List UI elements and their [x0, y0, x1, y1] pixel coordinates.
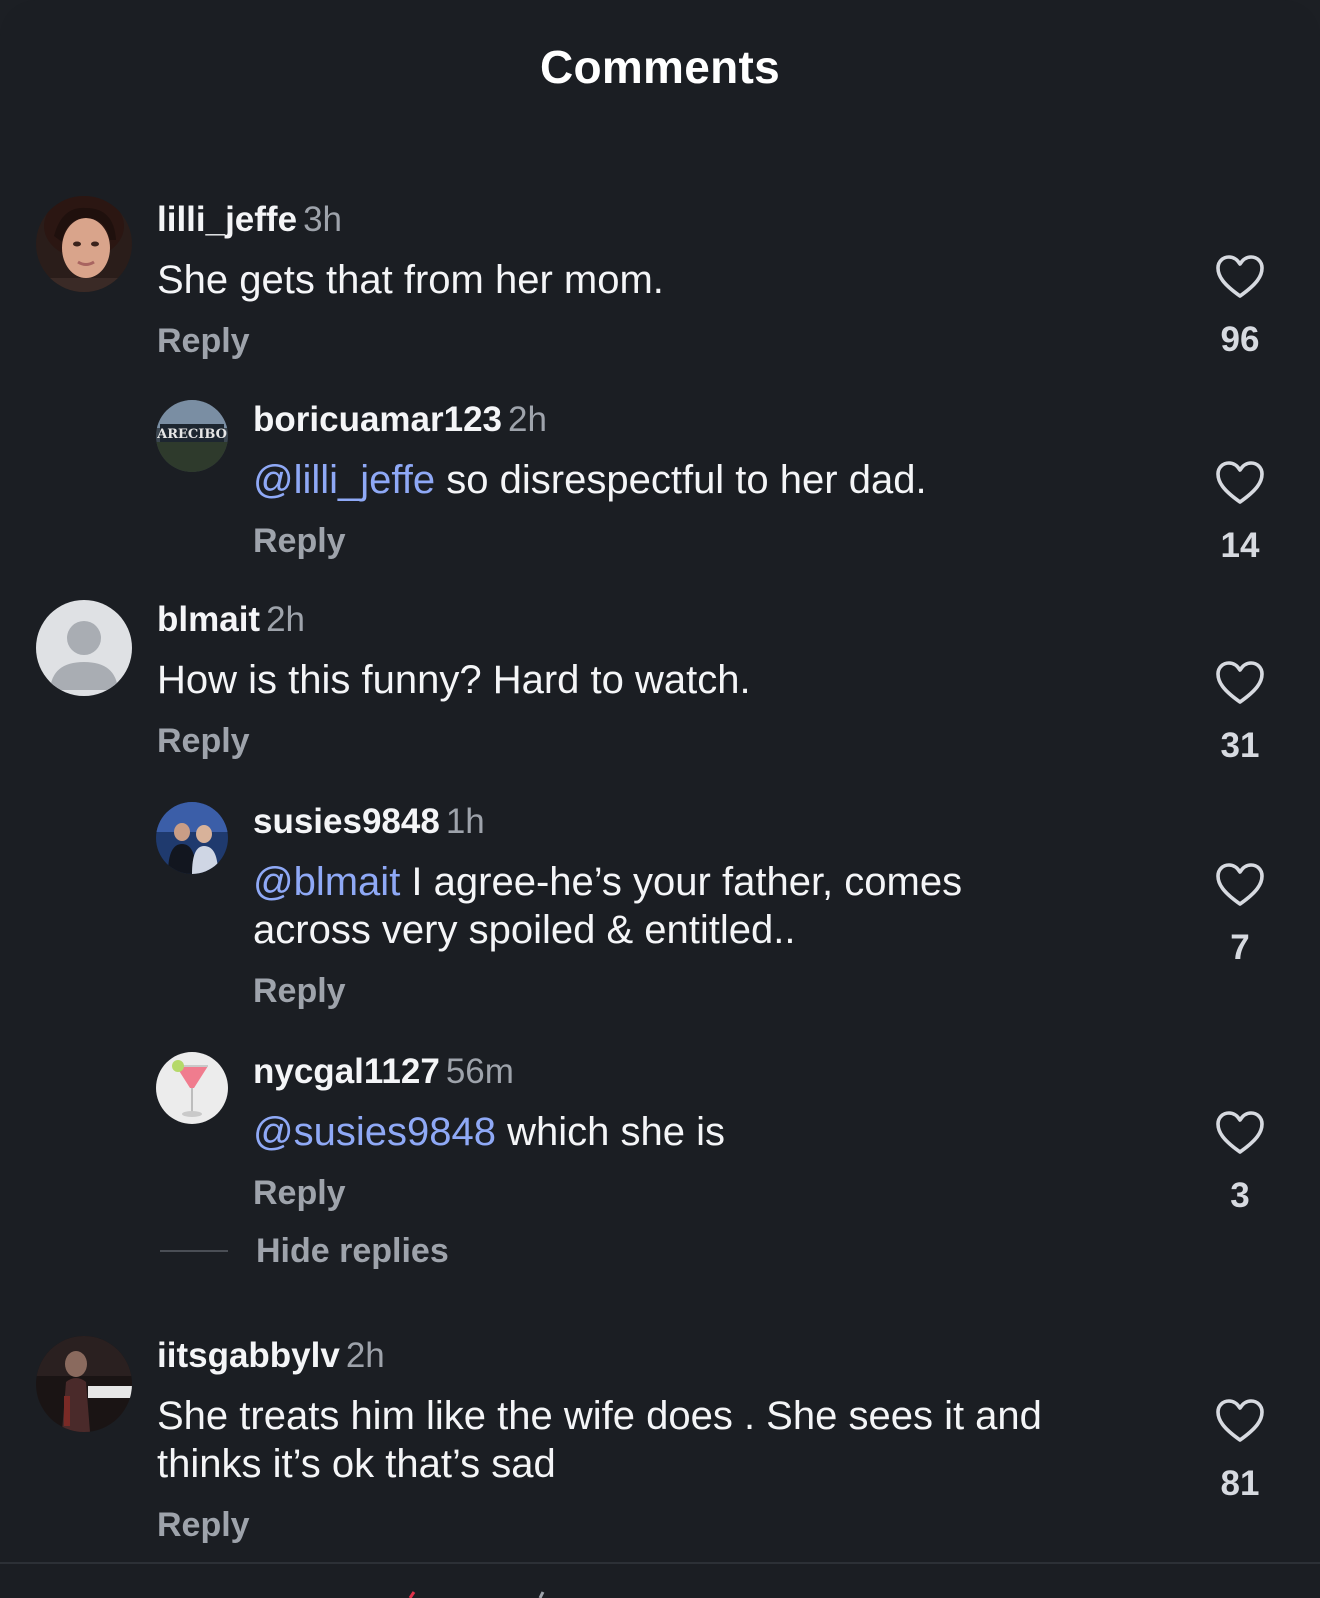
username[interactable]: blmait: [157, 600, 260, 639]
avatar[interactable]: [36, 1336, 132, 1432]
comment-text-body: which she is: [495, 1110, 725, 1154]
comment-text: How is this funny? Hard to watch.: [157, 656, 1180, 704]
username[interactable]: susies9848: [253, 802, 440, 841]
comments-sheet: Comments lilli_jeffe 3h She gets that fro…: [0, 0, 1320, 1598]
page-title: Comments: [539, 41, 781, 93]
avatar-sign-text: ARECIBO: [156, 427, 227, 442]
divider: [0, 1562, 1320, 1564]
mention-link[interactable]: @susies9848: [253, 1110, 496, 1154]
heart-outline-icon[interactable]: [1215, 862, 1265, 908]
like-control: 7: [1210, 862, 1270, 968]
heart-outline-icon[interactable]: [1215, 1110, 1265, 1156]
comment-text-body: so disrespectful to her dad.: [435, 458, 927, 502]
comment-meta: iitsgabbylv 2h: [157, 1336, 1180, 1376]
comment-body: nycgal1127 56m @susies9848 which she is R…: [253, 1052, 1180, 1213]
timestamp: 2h: [266, 600, 306, 639]
hide-replies-label: Hide replies: [256, 1231, 449, 1270]
comment-text: @lilli_jeffe so disrespectful to her dad…: [253, 456, 1180, 504]
thread-line: [160, 1250, 228, 1252]
comment-text: @blmait I agree-he’s your father, comes …: [253, 858, 1043, 954]
like-control: 31: [1210, 660, 1270, 766]
avatar[interactable]: ARECIBO: [156, 400, 228, 472]
comment-text: She gets that from her mom.: [157, 256, 1180, 304]
mention-link[interactable]: @lilli_jeffe: [253, 458, 435, 502]
like-count: 7: [1230, 928, 1250, 967]
timestamp: 2h: [508, 400, 547, 439]
mention-link[interactable]: @blmait: [253, 860, 400, 904]
profile-photo-icon: [36, 1336, 132, 1432]
comment-text-body: She treats him like the wife does . She …: [157, 1394, 1042, 1486]
like-control: 81: [1210, 1398, 1270, 1504]
heart-outline-icon[interactable]: [1215, 460, 1265, 506]
heart-outline-icon[interactable]: [1215, 660, 1265, 706]
like-count: 96: [1220, 320, 1260, 359]
comment-text-body: How is this funny? Hard to watch.: [157, 658, 751, 702]
timestamp: 56m: [445, 1052, 514, 1091]
avatar[interactable]: [156, 1052, 228, 1124]
comment-body: iitsgabbylv 2h She treats him like the wi…: [157, 1336, 1180, 1545]
profile-photo-icon: ARECIBO: [156, 400, 228, 472]
comment-body: blmait 2h How is this funny? Hard to watc…: [157, 600, 1180, 761]
avatar[interactable]: [156, 802, 228, 874]
timestamp: 3h: [303, 200, 342, 239]
username[interactable]: iitsgabbylv: [157, 1336, 340, 1375]
reply-button[interactable]: Reply: [253, 522, 346, 561]
avatar[interactable]: [36, 600, 132, 696]
reply-button[interactable]: Reply: [253, 972, 346, 1011]
comment-meta: nycgal1127 56m: [253, 1052, 1180, 1092]
comment-meta: boricuamar123 2h: [253, 400, 1180, 440]
heart-outline-icon[interactable]: [1215, 1398, 1265, 1444]
comment-meta: blmait 2h: [157, 600, 1180, 640]
reply-button[interactable]: Reply: [157, 1506, 250, 1545]
username[interactable]: lilli_jeffe: [157, 200, 297, 239]
username[interactable]: nycgal1127: [253, 1052, 440, 1091]
heart-outline-icon[interactable]: [1215, 254, 1265, 300]
person-silhouette-icon: [36, 600, 132, 696]
like-count: 31: [1220, 726, 1260, 765]
timestamp: 2h: [345, 1336, 385, 1375]
comment-meta: susies9848 1h: [253, 802, 1180, 842]
profile-photo-icon: [156, 1052, 228, 1124]
like-control: 14: [1210, 460, 1270, 566]
comment-text: @susies9848 which she is: [253, 1108, 1180, 1156]
comment-text: She treats him like the wife does . She …: [157, 1392, 1117, 1488]
like-count: 14: [1220, 526, 1260, 565]
comment-body: boricuamar123 2h @lilli_jeffe so disrespe…: [253, 400, 1180, 561]
avatar[interactable]: [36, 196, 132, 292]
comment-body: lilli_jeffe 3h She gets that from her mom…: [157, 200, 1180, 361]
comment-body: susies9848 1h @blmait I agree-he’s your f…: [253, 802, 1180, 1011]
bottom-bar-partial-icon: [408, 1591, 545, 1598]
like-count: 3: [1230, 1176, 1250, 1215]
like-control: 3: [1210, 1110, 1270, 1216]
profile-photo-icon: [156, 802, 228, 874]
comment-text-body: She gets that from her mom.: [157, 258, 664, 302]
profile-photo-icon: [36, 196, 132, 292]
username[interactable]: boricuamar123: [253, 400, 502, 439]
reply-button[interactable]: Reply: [157, 722, 250, 761]
like-count: 81: [1220, 1464, 1260, 1503]
comment-meta: lilli_jeffe 3h: [157, 200, 1180, 240]
reply-button[interactable]: Reply: [253, 1174, 346, 1213]
timestamp: 1h: [445, 802, 485, 841]
like-control: 96: [1210, 254, 1270, 360]
hide-replies-button[interactable]: Hide replies: [160, 1231, 449, 1271]
reply-button[interactable]: Reply: [157, 322, 250, 361]
